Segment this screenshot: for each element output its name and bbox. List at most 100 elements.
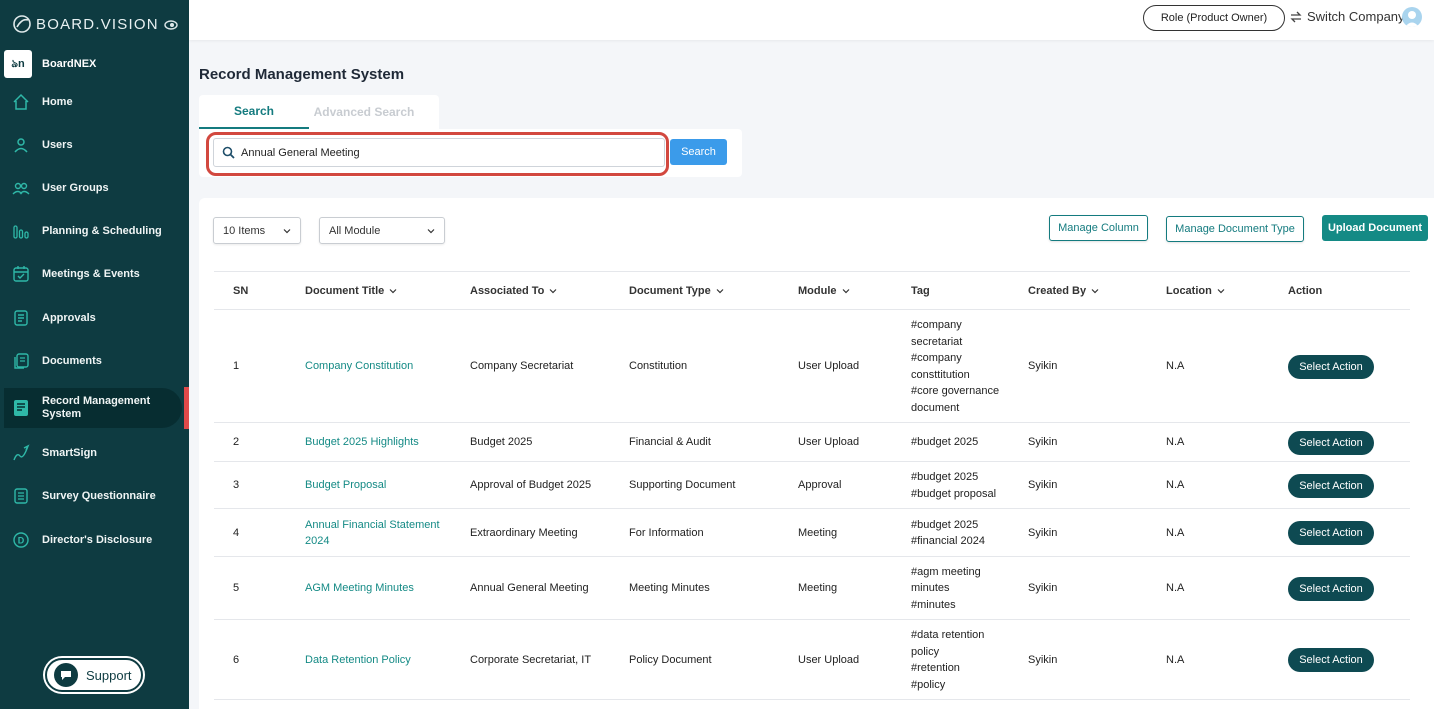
table-row: 5 AGM Meeting Minutes Annual General Meeti…: [214, 557, 1410, 620]
sidebar-item-directors-disclosure[interactable]: D Director's Disclosure: [0, 520, 189, 560]
company-selector[interactable]: ঌn BoardNEX: [4, 50, 96, 78]
document-title-link[interactable]: Company Constitution: [305, 358, 413, 375]
active-indicator: [184, 387, 189, 429]
sidebar-item-label: Survey Questionnaire: [42, 490, 156, 502]
column-header-doc-type[interactable]: Document Type: [629, 285, 724, 297]
location: N.A: [1166, 526, 1185, 539]
document-type: Financial & Audit: [629, 436, 711, 449]
brand-logo[interactable]: BOARD.VISION: [12, 14, 159, 34]
page-title: Record Management System: [199, 66, 405, 83]
column-header-location[interactable]: Location: [1166, 285, 1225, 297]
manage-document-type-button[interactable]: Manage Document Type: [1166, 216, 1304, 242]
items-per-page-value: 10 Items: [223, 224, 266, 237]
table-row: 1 Company Constitution Company Secretariat…: [214, 310, 1410, 423]
role-button[interactable]: Role (Product Owner): [1143, 5, 1285, 31]
tab-search[interactable]: Search: [199, 95, 309, 129]
avatar[interactable]: [1402, 7, 1422, 27]
module: Approval: [798, 479, 842, 492]
sidebar-item-meetings[interactable]: Meetings & Events: [0, 254, 189, 294]
tag-list-line: minutes: [911, 582, 950, 595]
sidebar-item-label: SmartSign: [42, 447, 98, 459]
tab-advanced-search[interactable]: Advanced Search: [309, 95, 419, 129]
manage-column-button[interactable]: Manage Column: [1049, 215, 1148, 241]
associated-to: Extraordinary Meeting: [470, 526, 578, 539]
home-icon: [12, 93, 30, 111]
column-header-title[interactable]: Document Title: [305, 285, 397, 297]
document-title-link[interactable]: Data Retention Policy: [305, 652, 411, 669]
sidebar-item-survey[interactable]: Survey Questionnaire: [0, 476, 189, 516]
sidebar-item-user-groups[interactable]: User Groups: [0, 168, 189, 208]
document-type: Supporting Document: [629, 479, 736, 492]
select-action-button[interactable]: Select Action: [1288, 354, 1374, 379]
document-title-link-line: Data Retention Policy: [305, 653, 411, 666]
chevron-down-icon: [716, 289, 724, 294]
company-logo: ঌn: [4, 50, 32, 78]
sidebar-item-planning[interactable]: Planning & Scheduling: [0, 211, 189, 251]
tag-list-line: #retention: [911, 662, 960, 674]
user-icon: [12, 136, 30, 154]
sidebar-item-smartsign[interactable]: SmartSign: [0, 433, 189, 473]
upload-document-button[interactable]: Upload Document: [1322, 215, 1428, 241]
tag-list-line: #minutes: [911, 598, 956, 611]
sidebar-item-label: Planning & Scheduling: [42, 225, 162, 237]
toggle-visibility-icon[interactable]: [164, 18, 178, 32]
survey-icon: [12, 487, 30, 505]
sidebar-item-label: User Groups: [42, 182, 109, 194]
tag-list-line: #core governance: [911, 385, 1000, 397]
select-action-button[interactable]: Select Action: [1288, 473, 1374, 498]
row-sn: 4: [233, 526, 240, 539]
header-label: Created By: [1028, 285, 1087, 297]
tag-list-line: #data retention: [911, 629, 985, 641]
search-button[interactable]: Search: [670, 139, 727, 165]
user-group-icon: [12, 179, 30, 197]
support-label: Support: [86, 667, 132, 683]
sidebar-item-users[interactable]: Users: [0, 125, 189, 165]
tag-list-line: #agm meeting: [911, 565, 981, 578]
column-header-module[interactable]: Module: [798, 285, 850, 297]
document-title-link-line: Annual Financial Statement: [305, 518, 440, 531]
top-bar: Role (Product Owner) Switch Company: [189, 0, 1434, 40]
header-label: Action: [1288, 285, 1323, 297]
document-title-link[interactable]: Budget 2025 Highlights: [305, 434, 419, 451]
document-title-link-line: 2024: [305, 535, 330, 547]
module-select[interactable]: All Module: [319, 217, 445, 244]
sidebar-item-approvals[interactable]: Approvals: [0, 298, 189, 338]
row-sn: 5: [233, 582, 240, 595]
column-header-tag: Tag: [911, 285, 930, 297]
items-per-page-select[interactable]: 10 Items: [213, 217, 301, 244]
chevron-down-icon: [283, 228, 291, 233]
column-header-created-by[interactable]: Created By: [1028, 285, 1099, 297]
associated-to: Annual General Meeting: [470, 582, 589, 595]
support-button[interactable]: Support: [45, 658, 143, 692]
tag-list-line: #policy: [911, 678, 946, 691]
row-sn: 6: [233, 653, 240, 666]
sidebar-item-documents[interactable]: Documents: [0, 341, 189, 381]
tag-list-line: #budget 2025: [911, 436, 979, 449]
select-action-button[interactable]: Select Action: [1288, 576, 1374, 601]
select-action-button[interactable]: Select Action: [1288, 521, 1374, 545]
chevron-down-icon: [842, 289, 849, 294]
module: User Upload: [798, 360, 860, 373]
column-header-associated[interactable]: Associated To: [470, 285, 557, 297]
select-action-button[interactable]: Select Action: [1288, 648, 1374, 672]
created-by: Syikin: [1028, 479, 1058, 492]
sidebar-item-label: Approvals: [42, 312, 96, 324]
chevron-down-icon: [389, 289, 397, 294]
document-title-link[interactable]: AGM Meeting Minutes: [305, 580, 414, 597]
tag-list-line: #budget 2025: [911, 518, 979, 531]
header-label: SN: [233, 285, 249, 297]
sidebar-item-record-management[interactable]: Record Management System: [4, 388, 182, 428]
associated-to: Corporate Secretariat, IT: [470, 653, 592, 666]
module: User Upload: [798, 653, 860, 666]
tag-list-line: #budget 2025: [911, 471, 979, 483]
switch-company-button[interactable]: Switch Company: [1289, 9, 1405, 24]
chevron-down-icon: [1091, 289, 1099, 294]
sidebar-item-home[interactable]: Home: [0, 82, 189, 122]
document-title-link[interactable]: Annual Financial Statement 2024: [305, 517, 440, 550]
select-action-button[interactable]: Select Action: [1288, 430, 1374, 455]
module-select-value: All Module: [329, 224, 381, 237]
document-title-link-line: Company Constitution: [305, 360, 414, 373]
document-title-link[interactable]: Budget Proposal: [305, 477, 386, 494]
tag-list: #budget 2025 #financial 2024: [911, 517, 985, 550]
document-type: For Information: [629, 526, 704, 539]
